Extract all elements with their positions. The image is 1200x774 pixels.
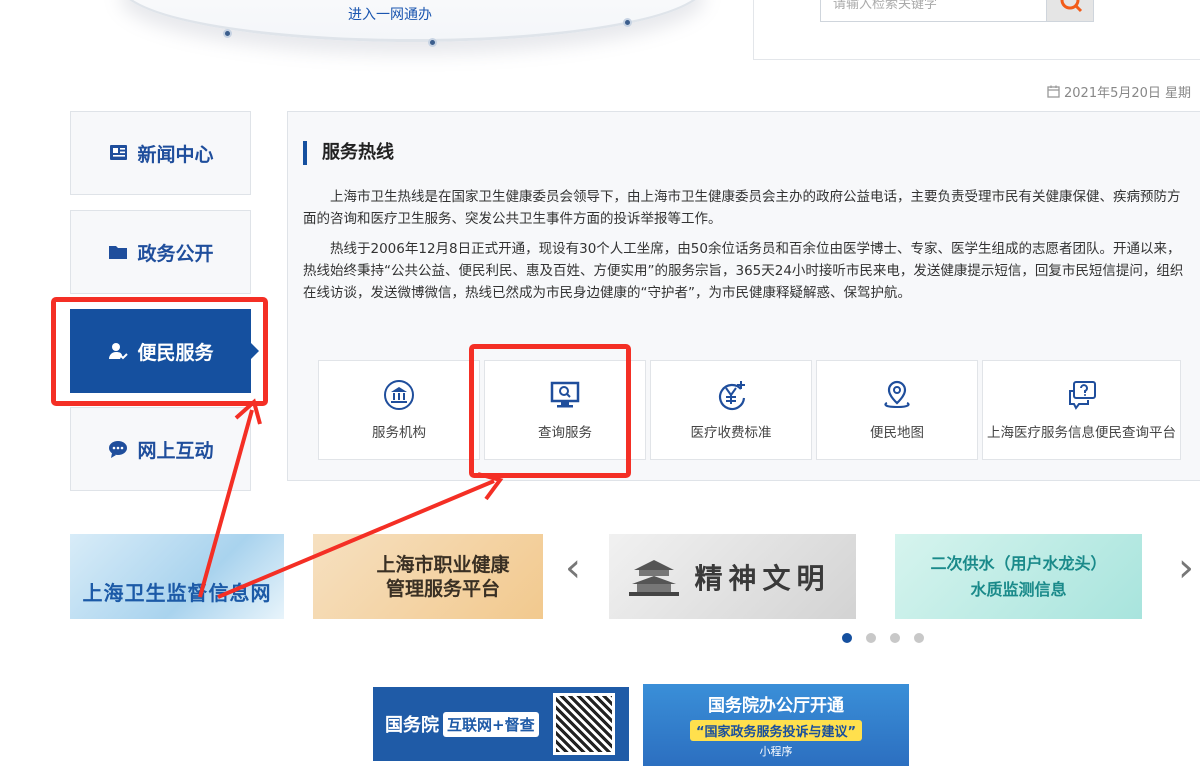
date-text: 2021年5月20日 星期 [1064, 86, 1192, 101]
menu-item-government[interactable]: 政务公开 [70, 210, 251, 294]
banner-text: 上海市职业健康 管理服务平台 [346, 553, 509, 601]
logo-tag: 互联网+督查 [443, 711, 539, 737]
search-input[interactable]: 请输入检索关键字 [820, 0, 1047, 22]
portal-link[interactable]: 进入一网通办 [348, 4, 432, 24]
panel-paragraph: 上海市卫生热线是在国家卫生健康委员会领导下，由上海市卫生健康委员会主办的政府公益… [303, 189, 1181, 227]
banner-text: 二次供水（用户水龙头） 水质监测信息 [930, 551, 1106, 603]
logo-line: 小程序 [759, 745, 793, 758]
institution-icon [384, 380, 414, 410]
menu-label: 政务公开 [137, 242, 214, 265]
folder-icon [109, 246, 128, 259]
gov-supervision-logo[interactable]: 国务院 互联网+督查 [373, 687, 629, 761]
service-label: 医疗收费标准 [690, 425, 772, 441]
service-label: 服务机构 [372, 425, 426, 441]
banner-line: 二次供水（用户水龙头） [930, 553, 1107, 573]
carousel-next-button[interactable]: › [1178, 548, 1194, 588]
banner-health-supervision[interactable]: 上海卫生监督信息网 [70, 534, 284, 619]
news-icon [110, 145, 128, 160]
menu-item-interaction[interactable]: 网上互动 [70, 407, 251, 491]
yuan-fee-icon [718, 381, 746, 411]
chevron-right-icon: › [1178, 545, 1194, 591]
carousel-dot[interactable] [890, 633, 900, 643]
search-button[interactable] [1046, 0, 1094, 22]
oval-dot [223, 29, 232, 38]
chevron-left-icon: ‹ [565, 545, 581, 591]
service-label: 便民地图 [870, 425, 924, 441]
banner-water-quality[interactable]: 二次供水（用户水龙头） 水质监测信息 [895, 534, 1142, 619]
banner-text: 上海卫生监督信息网 [82, 581, 272, 605]
carousel-dot[interactable] [866, 633, 876, 643]
temple-icon [629, 560, 679, 596]
carousel-dot[interactable] [842, 633, 852, 643]
gov-office-logo[interactable]: 国务院办公厅开通 “国家政务服务投诉与建议” 小程序 [643, 684, 909, 766]
calendar-icon [1047, 85, 1060, 98]
banner-line: 管理服务平台 [385, 577, 500, 600]
search-icon [1060, 0, 1083, 13]
current-date: 2021年5月20日 星期 [1047, 82, 1191, 101]
qr-code-icon [553, 693, 615, 755]
banner-line: 上海市职业健康 [376, 553, 510, 576]
banner-spiritual-civilization[interactable]: 精神文明 [609, 534, 856, 619]
oval-dot [428, 38, 437, 47]
question-chat-icon [1068, 381, 1096, 410]
panel-paragraph: 热线于2006年12月8日正式开通，现设有30个人工坐席，由50余位话务员和百余… [303, 241, 1184, 301]
oval-dot [623, 18, 632, 27]
logo-line: “国家政务服务投诉与建议” [689, 720, 863, 741]
logo-line: 国务院办公厅开通 [708, 696, 844, 716]
service-label: 上海医疗服务信息便民查询平台 [987, 425, 1176, 441]
panel-title: 服务热线 [303, 141, 394, 165]
annotation-box-query [469, 344, 631, 478]
menu-label: 新闻中心 [137, 143, 214, 166]
carousel-dot[interactable] [914, 633, 924, 643]
logo-name: 国务院 [385, 715, 439, 736]
service-card-platform[interactable]: 上海医疗服务信息便民查询平台 [982, 360, 1181, 460]
service-card-institution[interactable]: 服务机构 [318, 360, 480, 460]
carousel-prev-button[interactable]: ‹ [565, 548, 581, 588]
chat-icon [109, 441, 128, 458]
banner-line: 水质监测信息 [970, 579, 1067, 599]
banner-occupational-health[interactable]: 上海市职业健康 管理服务平台 [313, 534, 543, 619]
carousel-dots [842, 633, 924, 643]
service-card-map[interactable]: 便民地图 [816, 360, 978, 460]
service-card-fee[interactable]: 医疗收费标准 [650, 360, 812, 460]
menu-label: 网上互动 [137, 439, 214, 462]
menu-item-news[interactable]: 新闻中心 [70, 111, 251, 195]
map-pin-icon [884, 380, 910, 409]
annotation-box-menu [51, 297, 268, 406]
